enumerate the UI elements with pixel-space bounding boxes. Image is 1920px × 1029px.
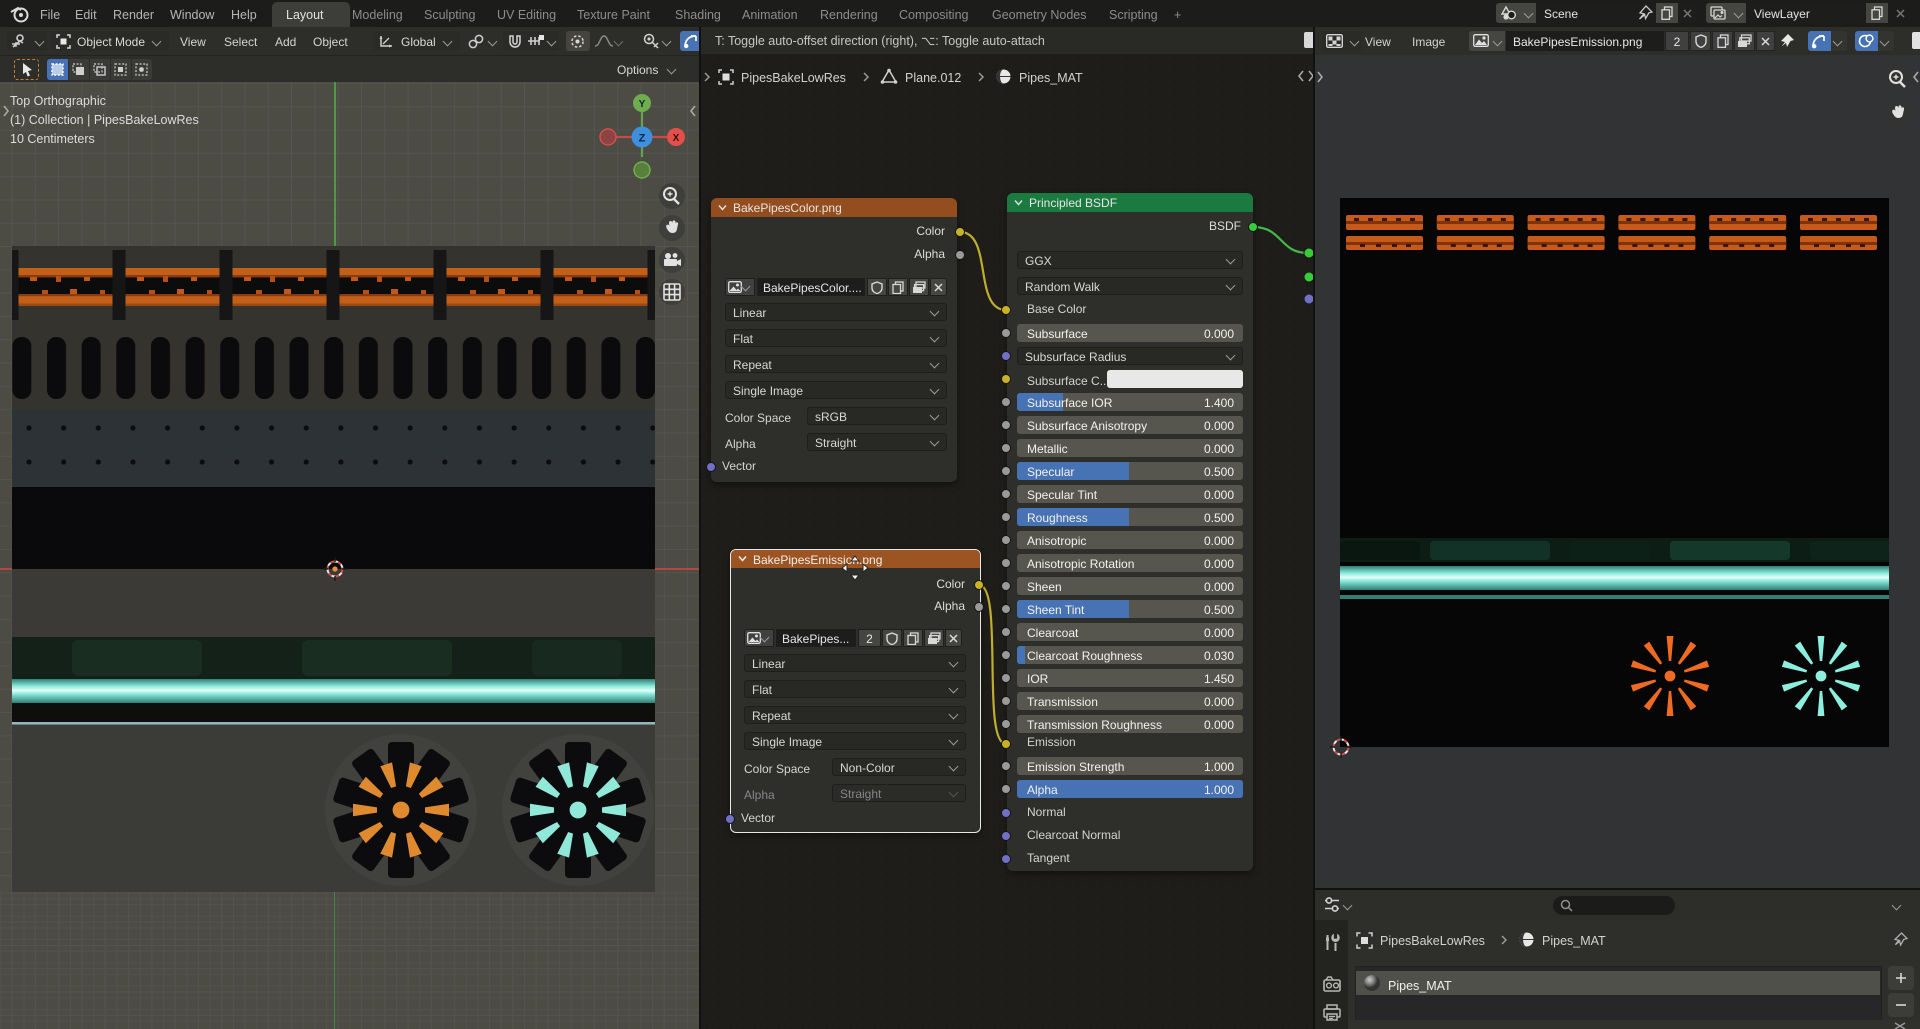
svg-text:Z: Z: [639, 133, 646, 145]
svg-text:Y: Y: [639, 99, 646, 110]
svg-text:X: X: [673, 133, 680, 144]
